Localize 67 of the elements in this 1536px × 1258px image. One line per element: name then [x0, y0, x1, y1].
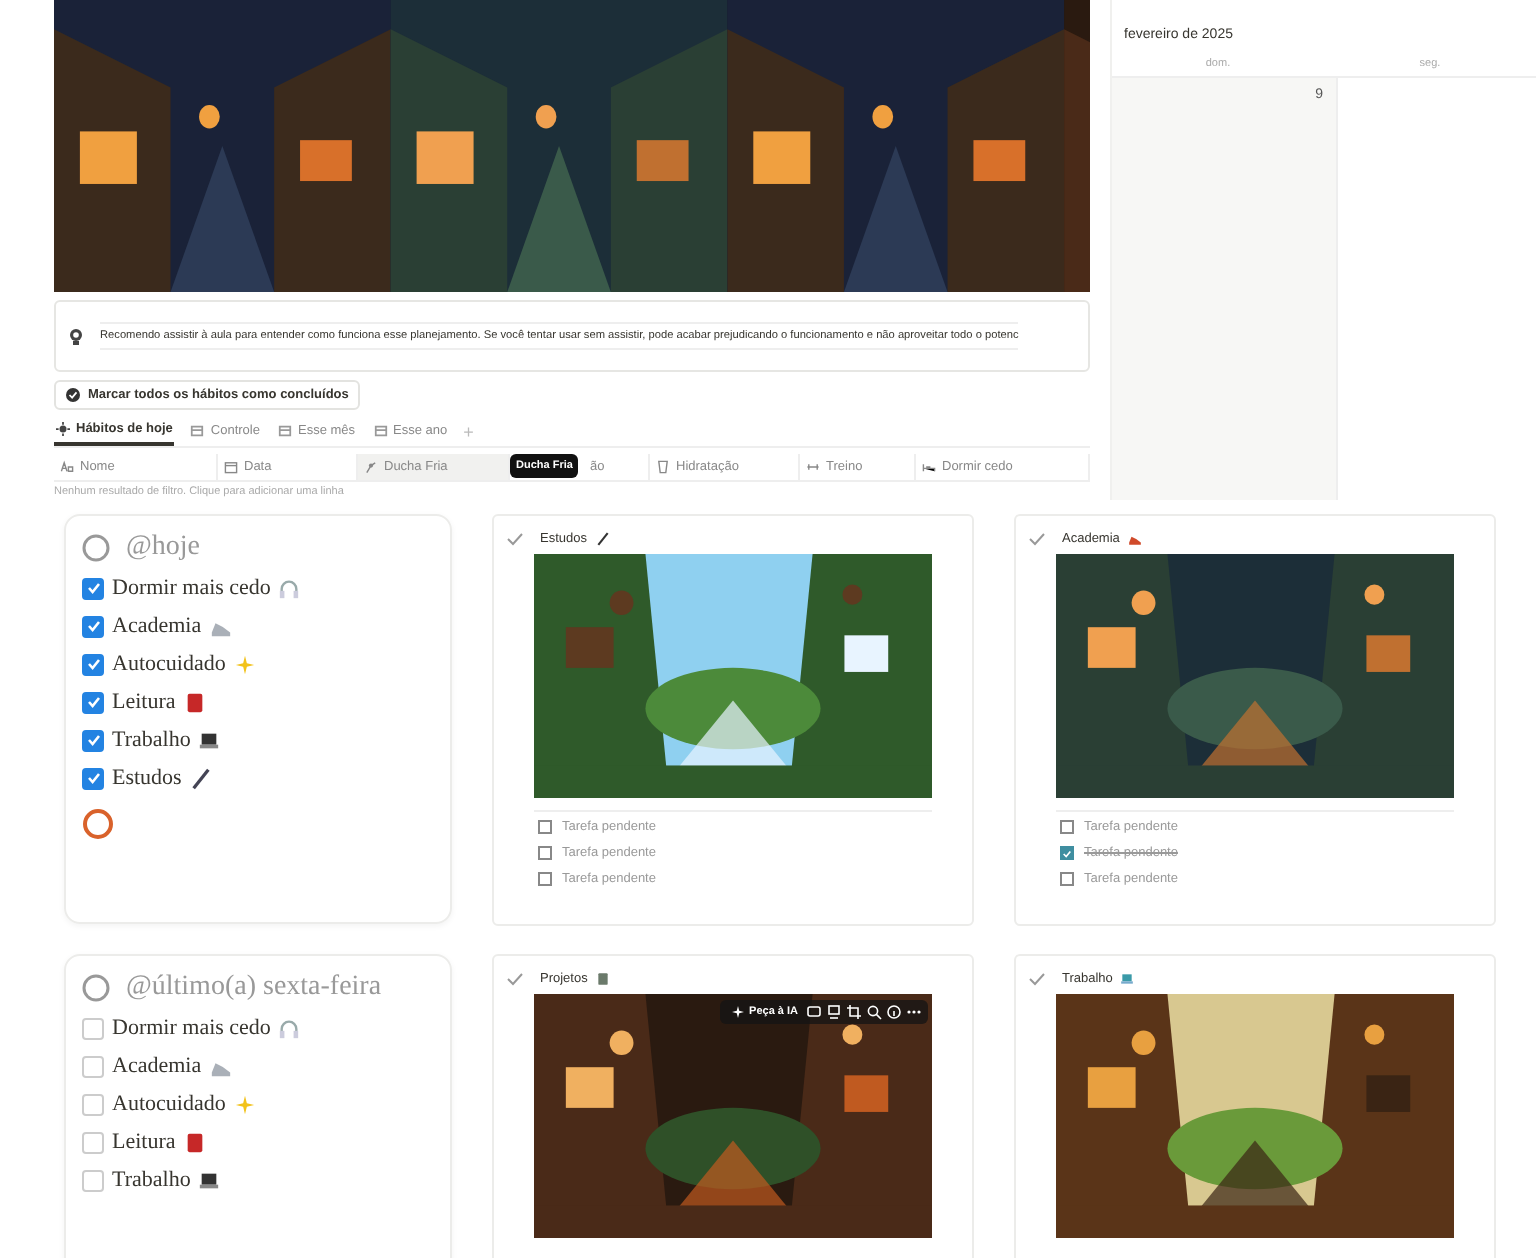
circle-icon[interactable] — [82, 974, 110, 1002]
dumbbell-icon — [806, 460, 820, 474]
sparkles-icon — [233, 653, 256, 675]
book-icon — [183, 1131, 206, 1153]
laptop-icon — [1120, 972, 1135, 986]
sun-icon — [56, 422, 70, 436]
habit-checkbox[interactable] — [82, 615, 104, 637]
habit-checkbox[interactable] — [82, 653, 104, 675]
habit-label: Dormir mais cedo — [112, 1016, 271, 1040]
pen-icon — [189, 767, 212, 789]
habit-label: Dormir mais cedo — [112, 576, 271, 600]
crop-icon[interactable] — [846, 1004, 862, 1020]
habit-label: Leitura — [112, 690, 176, 714]
habit-checkbox[interactable] — [82, 1017, 104, 1039]
habit-label: Trabalho — [112, 1168, 191, 1192]
habit-checkbox[interactable] — [82, 1055, 104, 1077]
habit-label: Autocuidado — [112, 652, 226, 676]
table-icon — [373, 424, 388, 438]
task-checkbox[interactable] — [538, 846, 552, 860]
comment-icon[interactable] — [806, 1004, 822, 1020]
check-icon — [506, 532, 524, 546]
headphones-icon — [278, 577, 301, 599]
monitor-icon[interactable] — [826, 1004, 842, 1020]
sparkles-icon — [233, 1093, 256, 1115]
habit-checkbox[interactable] — [82, 1169, 104, 1191]
task-checkbox[interactable] — [1060, 820, 1074, 834]
calendar-icon — [224, 460, 238, 474]
info-icon[interactable] — [886, 1004, 902, 1020]
habit-label: Leitura — [112, 1130, 176, 1154]
task-checkbox[interactable] — [538, 872, 552, 886]
laptop-icon — [198, 729, 221, 751]
bed-icon — [922, 460, 936, 474]
habit-date: @último(a) sexta-feira — [126, 972, 382, 1004]
text-icon — [60, 460, 74, 474]
shower-icon — [364, 460, 378, 474]
headphones-icon — [278, 1017, 301, 1039]
check-icon — [1028, 972, 1046, 986]
check-icon — [1028, 532, 1046, 546]
task-checkbox[interactable] — [1060, 872, 1074, 886]
pen-icon — [595, 532, 609, 546]
task-checkbox[interactable] — [1060, 846, 1074, 860]
book-icon — [183, 691, 206, 713]
check-icon — [506, 972, 524, 986]
habit-checkbox[interactable] — [82, 729, 104, 751]
zoom-icon[interactable] — [866, 1004, 882, 1020]
circle-icon[interactable] — [82, 534, 110, 562]
table-icon — [277, 424, 292, 438]
habit-label: Academia — [112, 614, 202, 638]
table-icon — [190, 424, 205, 438]
lightbulb-icon — [68, 327, 84, 345]
task-checkbox[interactable] — [538, 820, 552, 834]
habit-label: Autocuidado — [112, 1092, 226, 1116]
habit-checkbox[interactable] — [82, 767, 104, 789]
habit-label: Trabalho — [112, 728, 191, 752]
habit-checkbox[interactable] — [82, 691, 104, 713]
habit-label: Estudos — [112, 766, 182, 790]
sparkle-icon — [729, 1004, 746, 1020]
habit-checkbox[interactable] — [82, 1131, 104, 1153]
habit-checkbox[interactable] — [82, 1093, 104, 1115]
habit-label: Academia — [112, 1054, 202, 1078]
laptop-icon — [198, 1169, 221, 1191]
habit-date: @hoje — [126, 532, 200, 564]
book-icon — [595, 972, 610, 986]
add-view-button[interactable]: + — [463, 421, 474, 441]
check-circle-icon — [66, 388, 80, 402]
habit-checkbox[interactable] — [82, 577, 104, 599]
cup-icon — [656, 460, 670, 474]
